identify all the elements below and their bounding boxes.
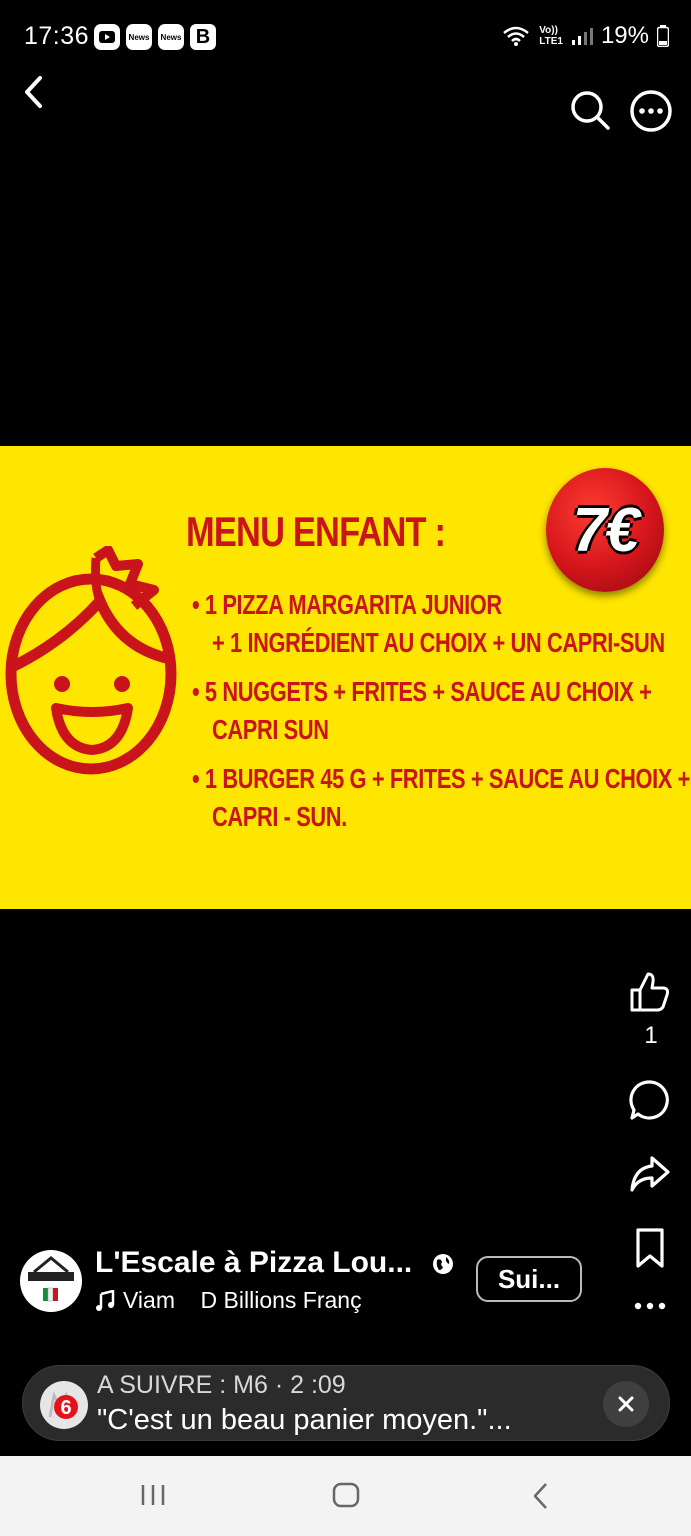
- network-label-top: Vo)): [539, 25, 558, 36]
- signal-icon: [571, 28, 593, 45]
- share-icon: [630, 1156, 670, 1192]
- menu-item: • 1 BURGER 45 G + FRITES + SAUCE AU CHOI…: [192, 763, 690, 794]
- status-right: Vo)) LTE1 19%: [501, 22, 669, 50]
- price-badge: 7€: [546, 468, 664, 592]
- menu-item: CAPRI - SUN.: [212, 801, 347, 832]
- youtube-icon: [94, 24, 120, 50]
- save-button[interactable]: [630, 1226, 674, 1270]
- music-line[interactable]: Viam D Billions Franç: [95, 1287, 362, 1314]
- wifi-icon: [503, 26, 530, 46]
- network-label-bottom: LTE1: [539, 36, 563, 47]
- recent-apps-button[interactable]: [138, 1482, 168, 1513]
- more-dots-icon: [634, 1302, 666, 1310]
- search-icon: [571, 91, 610, 130]
- system-nav-bar: [0, 1456, 691, 1536]
- home-icon: [332, 1482, 360, 1508]
- comment-icon: [629, 1080, 669, 1120]
- toast-title: "C'est un beau panier moyen."...: [97, 1404, 512, 1436]
- toast-close-button[interactable]: [603, 1381, 649, 1427]
- network-label: Vo)) LTE1: [539, 25, 563, 47]
- menu-item: CAPRI SUN: [212, 714, 329, 745]
- comment-button[interactable]: [628, 1078, 672, 1122]
- more-options-button[interactable]: [632, 1296, 668, 1321]
- more-options-button[interactable]: [628, 88, 674, 134]
- status-time: 17:36: [24, 22, 90, 50]
- m6-logo-icon: 6: [48, 1391, 78, 1419]
- globe-icon: [432, 1253, 454, 1275]
- news-icon: News: [126, 24, 152, 50]
- nav-back-icon: [533, 1483, 547, 1509]
- search-button[interactable]: [568, 88, 612, 132]
- bookmark-icon: [636, 1228, 664, 1268]
- home-button[interactable]: [331, 1481, 361, 1514]
- menu-item: • 5 NUGGETS + FRITES + SAUCE AU CHOIX +: [192, 676, 652, 707]
- kid-face-icon: [5, 546, 177, 775]
- news-icon: News: [158, 24, 184, 50]
- music-text: Viam D Billions Franç: [123, 1287, 362, 1313]
- music-note-icon: [96, 1289, 115, 1311]
- menu-item: • 1 PIZZA MARGARITA JUNIOR: [192, 589, 502, 620]
- author-name[interactable]: L'Escale à Pizza Lou...: [95, 1246, 412, 1280]
- like-button[interactable]: [628, 970, 672, 1014]
- battery-icon: [657, 25, 669, 47]
- battery-percent: 19%: [600, 22, 649, 49]
- back-arrow-icon: [25, 76, 42, 108]
- back-button[interactable]: [18, 70, 58, 114]
- close-icon: [618, 1396, 634, 1412]
- thumbs-up-icon: [630, 972, 670, 1012]
- m6-logo-text: 6: [60, 1397, 71, 1419]
- recent-apps-icon: [141, 1485, 165, 1505]
- status-notification-icons: News News B: [94, 24, 216, 50]
- author-avatar[interactable]: [20, 1250, 82, 1312]
- menu-title: MENU ENFANT :: [186, 508, 446, 555]
- more-icon: [630, 90, 672, 132]
- price-text: 7€: [572, 495, 640, 565]
- b-icon: B: [190, 24, 216, 50]
- like-count: 1: [644, 1022, 658, 1049]
- menu-item: + 1 INGRÉDIENT AU CHOIX + UN CAPRI-SUN: [212, 627, 665, 658]
- share-button[interactable]: [628, 1152, 672, 1196]
- toast-subtitle: A SUIVRE : M6 · 2 :09: [97, 1371, 346, 1399]
- nav-back-button[interactable]: [528, 1481, 554, 1516]
- avatar-logo-icon: [21, 1251, 81, 1311]
- m6-logo: 6: [40, 1381, 88, 1429]
- follow-button[interactable]: Sui...: [476, 1256, 582, 1302]
